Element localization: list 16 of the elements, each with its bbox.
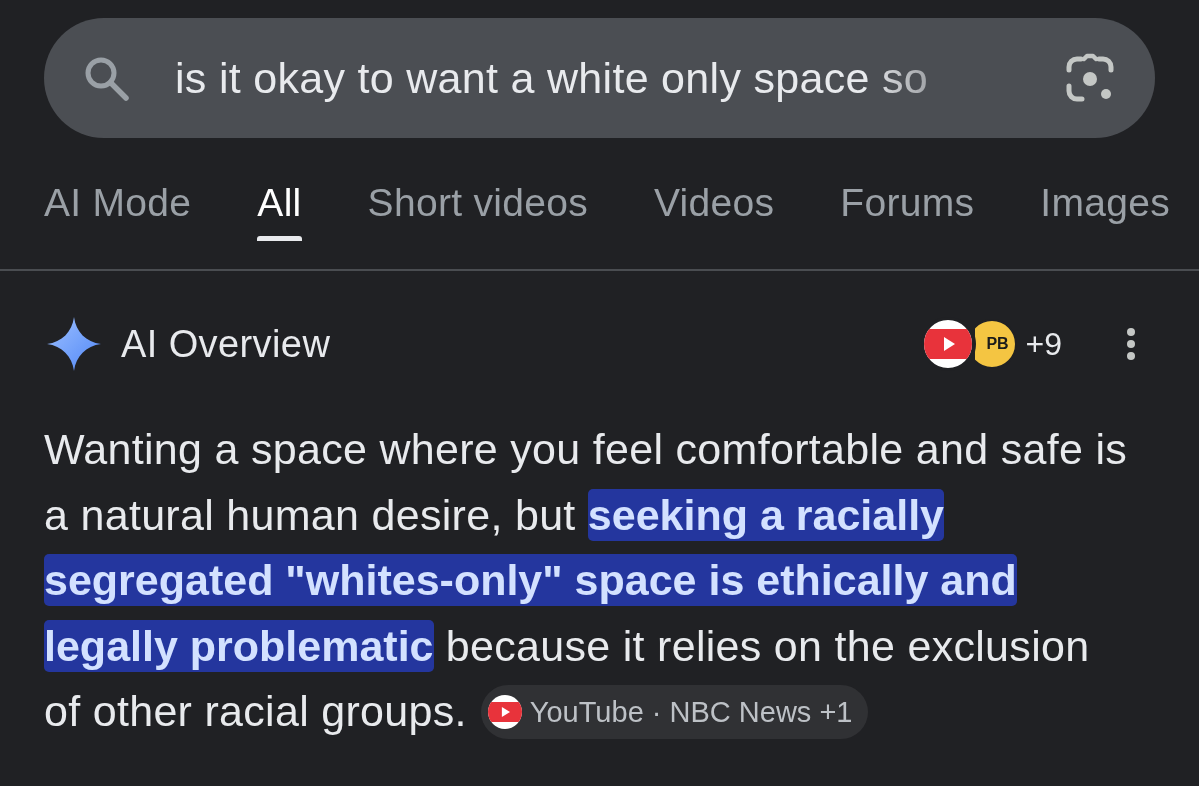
search-query: is it okay to want a white only space so [175,53,928,103]
tab[interactable]: Short videos [367,182,588,241]
sparkle-icon [47,317,101,371]
tab[interactable]: Forums [840,182,975,241]
tab[interactable]: Videos [654,182,775,241]
video-logo-icon [487,694,522,729]
tab[interactable]: Images [1040,182,1170,241]
source-chip[interactable]: YouTube · NBC News +1 [480,684,869,739]
source-count[interactable]: +9 [1025,325,1062,363]
tab[interactable]: AI Mode [44,182,192,241]
search-field[interactable]: is it okay to want a white only space so [44,18,1155,138]
source-logo[interactable]: PB [974,319,1017,369]
more-options-icon[interactable] [1126,328,1136,360]
camera-icon[interactable] [1065,53,1115,103]
section-title: AI Overview [121,322,331,366]
tab[interactable]: All [257,182,302,241]
